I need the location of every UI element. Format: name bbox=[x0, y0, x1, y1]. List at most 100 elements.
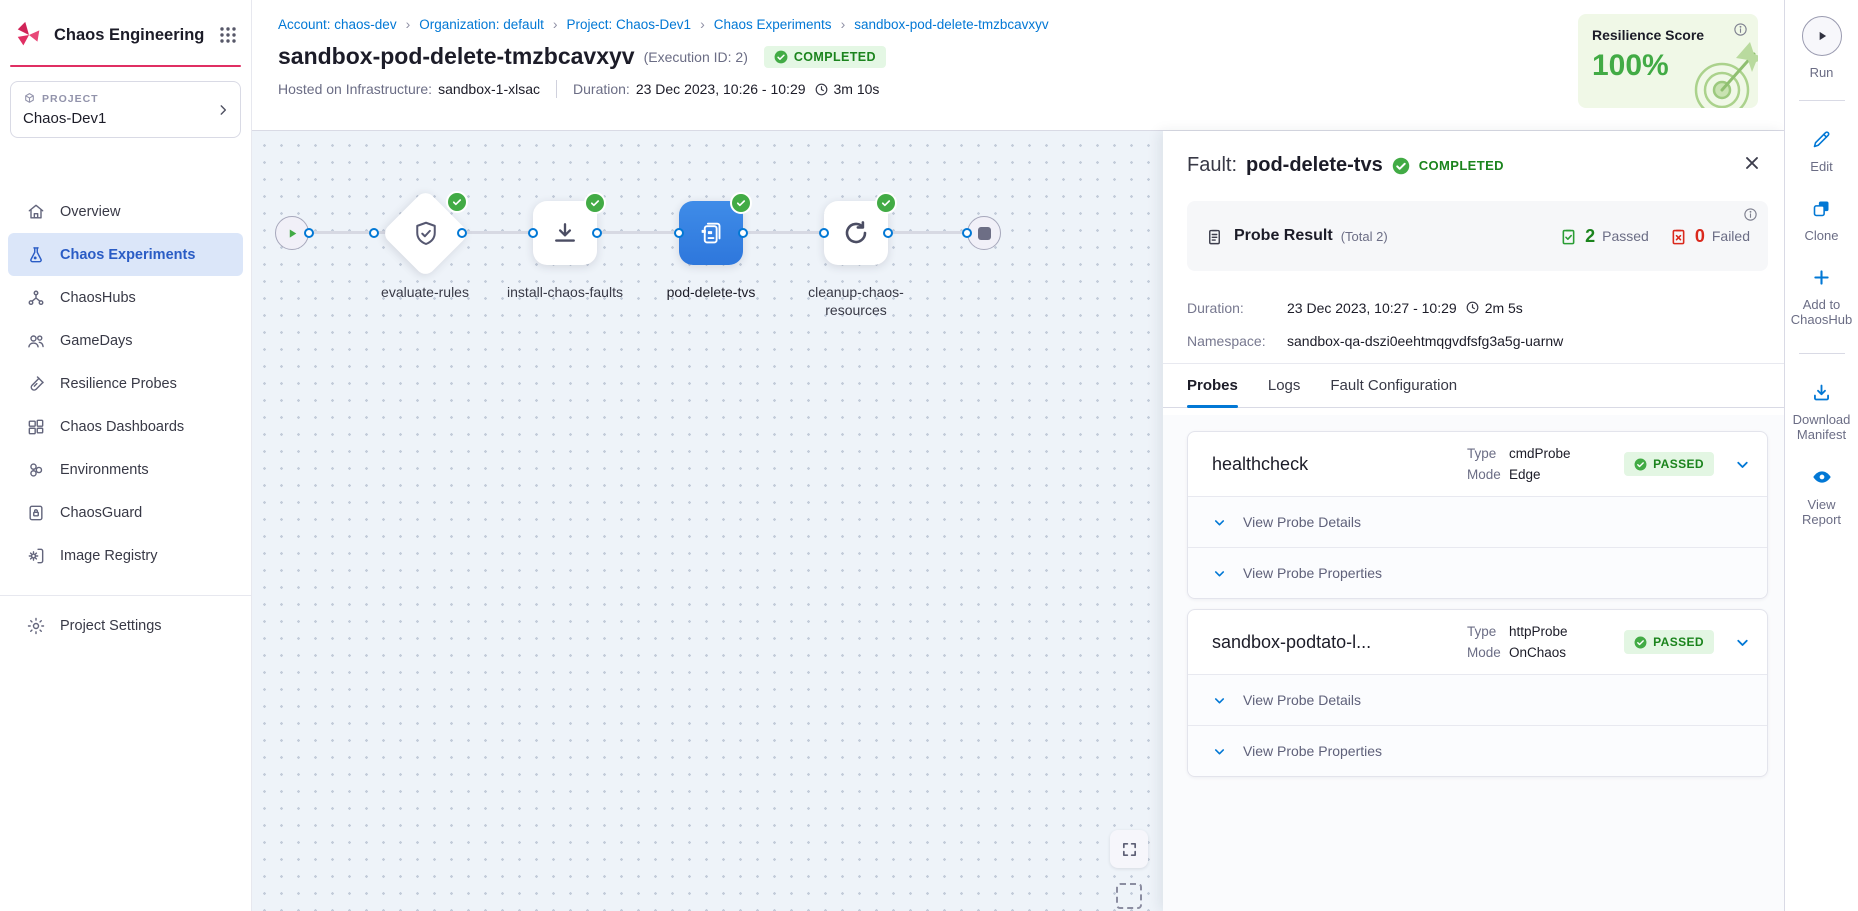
sidebar-item-gamedays[interactable]: GameDays bbox=[8, 319, 243, 362]
fault-name: pod-delete-tvs bbox=[1246, 154, 1383, 177]
rail-divider bbox=[1799, 353, 1845, 354]
chevron-down-icon bbox=[1212, 744, 1227, 759]
probes-tab-content: healthcheck TypecmdProbe ModeEdge PASSED… bbox=[1163, 415, 1784, 911]
sidebar-item-image-registry[interactable]: Image Registry bbox=[8, 534, 243, 577]
sidebar-item-environments[interactable]: Environments bbox=[8, 448, 243, 491]
project-selector[interactable]: PROJECT Chaos-Dev1 bbox=[10, 81, 241, 138]
chevron-down-icon[interactable] bbox=[1734, 634, 1751, 651]
failed-count: 0 bbox=[1695, 226, 1705, 247]
clone-label: Clone bbox=[1790, 228, 1854, 243]
check-circle-icon bbox=[1634, 458, 1647, 471]
sidebar-item-label: Resilience Probes bbox=[60, 376, 177, 392]
add-to-chaoshub-button[interactable]: Add to ChaosHub bbox=[1790, 267, 1854, 327]
sidebar-item-overview[interactable]: Overview bbox=[8, 190, 243, 233]
project-label: PROJECT bbox=[42, 93, 99, 105]
view-probe-properties-label: View Probe Properties bbox=[1243, 743, 1382, 759]
probe-type-value: cmdProbe bbox=[1509, 443, 1571, 464]
canvas-selection-tool-button[interactable] bbox=[1116, 883, 1142, 909]
shield-check-icon bbox=[411, 219, 441, 249]
view-probe-details-toggle[interactable]: View Probe Details bbox=[1188, 674, 1767, 725]
view-probe-properties-toggle[interactable]: View Probe Properties bbox=[1188, 547, 1767, 598]
clock-icon bbox=[814, 82, 829, 97]
sidebar-item-chaos-experiments[interactable]: Chaos Experiments bbox=[8, 233, 243, 276]
flask-icon bbox=[26, 245, 46, 265]
probe-status-badge: PASSED bbox=[1624, 452, 1714, 476]
breadcrumb-project[interactable]: Project: Chaos-Dev1 bbox=[567, 17, 692, 32]
view-probe-properties-toggle[interactable]: View Probe Properties bbox=[1188, 725, 1767, 776]
passed-count: 2 bbox=[1585, 226, 1595, 247]
tab-fault-configuration[interactable]: Fault Configuration bbox=[1330, 364, 1457, 407]
check-icon bbox=[451, 196, 463, 208]
pipeline-canvas[interactable]: evaluate-rules install-chaos-faults pod-… bbox=[252, 131, 1163, 911]
environments-icon bbox=[26, 460, 46, 480]
node-label-install-chaos-faults: install-chaos-faults bbox=[495, 283, 635, 301]
download-manifest-button[interactable]: Download Manifest bbox=[1790, 382, 1854, 442]
fault-details-panel: Fault: pod-delete-tvs COMPLETED Probe Re… bbox=[1163, 131, 1784, 911]
probe-status-badge: PASSED bbox=[1624, 630, 1714, 654]
duration-value: 23 Dec 2023, 10:26 - 10:29 bbox=[636, 81, 806, 97]
probe-status-label: PASSED bbox=[1653, 635, 1704, 649]
info-icon[interactable] bbox=[1733, 22, 1748, 37]
fault-panel-tabs: Probes Logs Fault Configuration bbox=[1163, 364, 1784, 408]
breadcrumb-separator: › bbox=[406, 16, 411, 32]
fault-duration-row: Duration: 23 Dec 2023, 10:27 - 10:29 2m … bbox=[1187, 297, 1760, 318]
probe-result-total: (Total 2) bbox=[1341, 229, 1388, 244]
probe-status-label: PASSED bbox=[1653, 457, 1704, 471]
clipboard-x-icon bbox=[1669, 227, 1688, 246]
breadcrumb-account[interactable]: Account: chaos-dev bbox=[278, 17, 397, 32]
chevron-down-icon bbox=[1212, 566, 1227, 581]
sidebar-item-project-settings[interactable]: Project Settings bbox=[0, 602, 251, 650]
clone-button[interactable]: Clone bbox=[1790, 198, 1854, 243]
node-install-chaos-faults[interactable] bbox=[533, 201, 597, 265]
connector-dot bbox=[528, 228, 538, 238]
node-pod-delete[interactable] bbox=[679, 201, 743, 265]
connector-dot bbox=[369, 228, 379, 238]
node-cleanup-chaos-resources[interactable] bbox=[824, 201, 888, 265]
probe-type-label: Type bbox=[1467, 443, 1509, 464]
breadcrumb-chaos-experiments[interactable]: Chaos Experiments bbox=[714, 17, 832, 32]
sidebar-item-chaos-dashboards[interactable]: Chaos Dashboards bbox=[8, 405, 243, 448]
sidebar-item-resilience-probes[interactable]: Resilience Probes bbox=[8, 362, 243, 405]
probe-name: sandbox-podtato-l... bbox=[1212, 632, 1467, 653]
clipboard-check-icon bbox=[1559, 227, 1578, 246]
canvas-fit-view-button[interactable] bbox=[1110, 830, 1148, 868]
pipeline-end-node[interactable] bbox=[967, 216, 1001, 250]
fault-duration-value: 23 Dec 2023, 10:27 - 10:29 bbox=[1287, 300, 1457, 316]
node-label-pod-delete: pod-delete-tvs bbox=[641, 283, 781, 301]
view-probe-details-label: View Probe Details bbox=[1243, 514, 1361, 530]
sidebar-item-label: ChaosHubs bbox=[60, 290, 136, 306]
status-badge: COMPLETED bbox=[764, 46, 886, 68]
breadcrumb-experiment-name[interactable]: sandbox-pod-delete-tmzbcavxyv bbox=[854, 17, 1048, 32]
project-name: Chaos-Dev1 bbox=[23, 110, 228, 127]
sidebar-item-chaosguard[interactable]: ChaosGuard bbox=[8, 491, 243, 534]
duration-elapsed: 3m 10s bbox=[834, 81, 880, 97]
sidebar-item-chaoshubs[interactable]: ChaosHubs bbox=[8, 276, 243, 319]
edit-button[interactable]: Edit bbox=[1790, 129, 1854, 174]
meta-divider bbox=[556, 80, 557, 98]
play-icon bbox=[1815, 29, 1829, 43]
node-evaluate-rules[interactable] bbox=[382, 190, 469, 277]
view-report-label: View Report bbox=[1790, 497, 1854, 527]
probe-result-summary: Probe Result (Total 2) 2 Passed 0 Failed bbox=[1187, 201, 1768, 271]
app-switcher-grid-icon[interactable] bbox=[219, 26, 237, 44]
sidebar-item-label: GameDays bbox=[60, 333, 133, 349]
breadcrumb-separator: › bbox=[553, 16, 558, 32]
header-meta: Hosted on Infrastructure: sandbox-1-xlsa… bbox=[252, 70, 1784, 98]
probe-type-mode: TypecmdProbe ModeEdge bbox=[1467, 443, 1571, 485]
chevron-down-icon[interactable] bbox=[1734, 456, 1751, 473]
probe-result-title: Probe Result bbox=[1234, 227, 1333, 245]
info-icon[interactable] bbox=[1743, 207, 1758, 222]
view-probe-details-toggle[interactable]: View Probe Details bbox=[1188, 496, 1767, 547]
hub-network-icon bbox=[26, 288, 46, 308]
tab-logs[interactable]: Logs bbox=[1268, 364, 1301, 407]
breadcrumb-organization[interactable]: Organization: default bbox=[419, 17, 544, 32]
run-label: Run bbox=[1790, 65, 1854, 80]
run-button[interactable] bbox=[1802, 16, 1842, 56]
fault-panel-header: Fault: pod-delete-tvs COMPLETED bbox=[1163, 131, 1784, 177]
node-success-badge bbox=[730, 192, 752, 214]
close-icon[interactable] bbox=[1742, 153, 1762, 173]
tab-probes[interactable]: Probes bbox=[1187, 364, 1238, 407]
sidebar-item-label: Environments bbox=[60, 462, 149, 478]
view-report-button[interactable]: View Report bbox=[1790, 466, 1854, 527]
page-title: sandbox-pod-delete-tmzbcavxyv bbox=[278, 43, 635, 70]
